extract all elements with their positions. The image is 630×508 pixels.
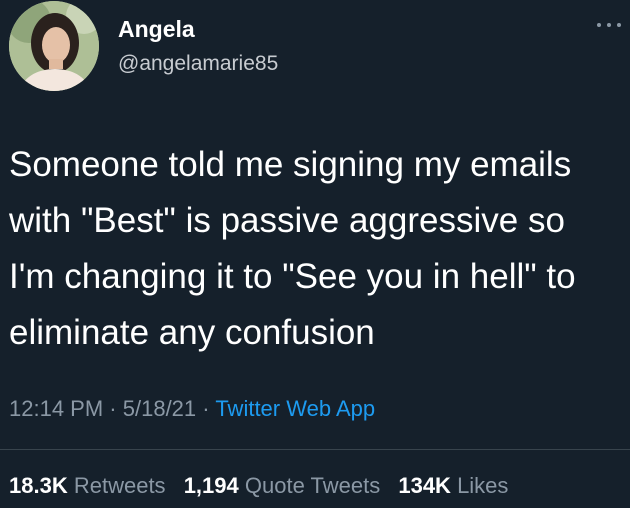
tweet-text-line: Someone told me signing my emails: [9, 145, 572, 184]
tweet-text-line: with "Best" is passive aggressive so: [9, 201, 565, 240]
quote-tweets-stat[interactable]: 1,194 Quote Tweets: [184, 473, 381, 498]
divider: [0, 449, 630, 450]
quote-tweets-count: 1,194: [183, 473, 239, 498]
meta-separator: ·: [109, 396, 117, 421]
avatar[interactable]: [9, 1, 99, 91]
likes-count: 134K: [398, 473, 451, 498]
retweets-label: Retweets: [73, 473, 166, 498]
more-horizontal-icon[interactable]: [597, 18, 621, 32]
likes-stat[interactable]: 134K Likes: [398, 473, 508, 498]
user-handle[interactable]: @angelamarie85: [118, 52, 278, 76]
meta-separator: ·: [202, 396, 210, 421]
tweet-text: Someone told me signing my emails with "…: [9, 137, 621, 361]
retweets-stat[interactable]: 18.3K Retweets: [9, 473, 166, 498]
display-name[interactable]: Angela: [118, 16, 195, 43]
tweet-text-line: eliminate any confusion: [9, 313, 375, 352]
source-link[interactable]: Twitter Web App: [215, 396, 375, 421]
tweet-time[interactable]: 12:14 PM: [9, 396, 103, 421]
engagement-stats: 18.3K Retweets 1,194 Quote Tweets 134K L…: [9, 473, 520, 499]
tweet-text-line: I'm changing it to "See you in hell" to: [9, 257, 576, 296]
retweets-count: 18.3K: [9, 473, 68, 498]
quote-tweets-label: Quote Tweets: [244, 473, 381, 498]
tweet-date[interactable]: 5/18/21: [123, 396, 196, 421]
tweet-meta: 12:14 PM · 5/18/21 · Twitter Web App: [9, 396, 375, 422]
likes-label: Likes: [457, 473, 509, 498]
